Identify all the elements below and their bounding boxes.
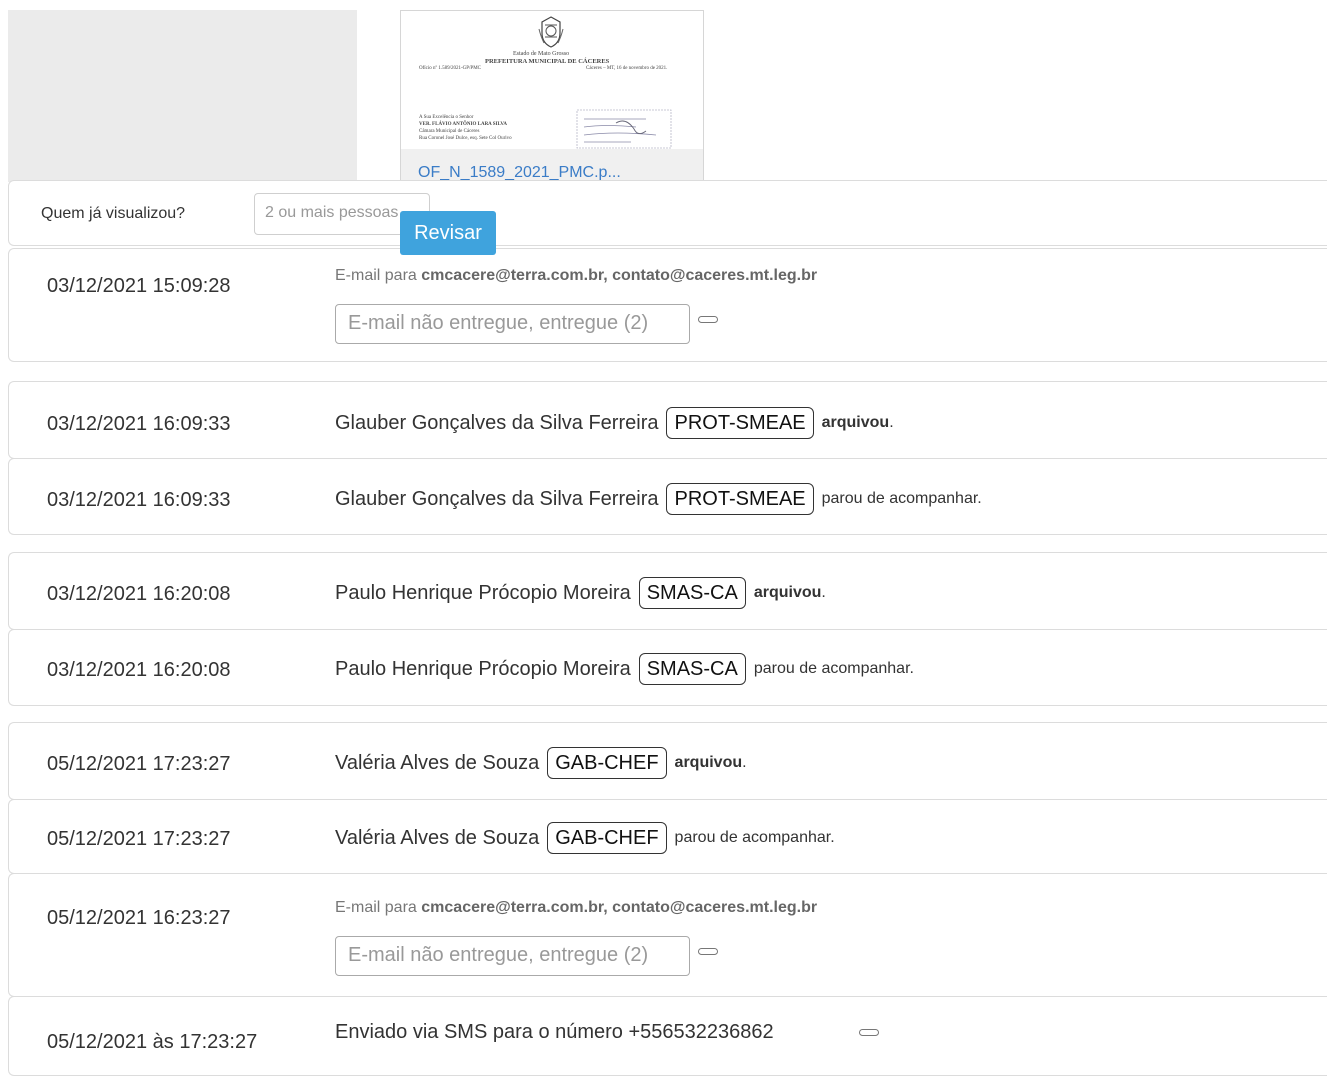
toggle-icon[interactable]	[859, 1029, 879, 1036]
event-row: 03/12/2021 16:09:33 Glauber Gonçalves da…	[8, 381, 1327, 459]
review-button[interactable]: Revisar	[400, 211, 496, 255]
email-prefix: E-mail para	[335, 899, 417, 916]
preview-addr1: A Sua Excelência o Senhor	[419, 115, 474, 120]
email-status-field[interactable]: E-mail não entregue, entregue (2)	[335, 304, 690, 344]
preview-addr3: Câmara Municipal de Cáceres	[419, 129, 480, 134]
attachment-placeholder	[8, 10, 357, 182]
event-row: 05/12/2021 17:23:27 Valéria Alves de Sou…	[8, 722, 1327, 800]
event-person: Paulo Henrique Prócopio Moreira	[335, 657, 631, 680]
toggle-icon[interactable]	[698, 948, 718, 955]
document-preview: Estado de Mato Grosso PREFEITURA MUNICIP…	[401, 11, 703, 151]
event-row: 03/12/2021 16:20:08 Paulo Henrique Próco…	[8, 629, 1327, 706]
toggle-icon[interactable]	[698, 316, 718, 323]
action-suffix: .	[821, 584, 826, 601]
event-description: Glauber Gonçalves da Silva Ferreira PROT…	[335, 483, 982, 515]
coat-of-arms-icon	[538, 16, 564, 48]
event-action: arquivou	[753, 584, 822, 601]
event-row-email: 05/12/2021 16:23:27 E-mail para cmcacere…	[8, 873, 1327, 997]
email-addresses: cmcacere@terra.com.br, contato@caceres.m…	[421, 899, 818, 916]
event-timestamp: 03/12/2021 16:09:33	[47, 413, 231, 435]
preview-date: Cáceres – MT, 16 de novembro de 2021.	[586, 66, 668, 71]
unit-badge: SMAS-CA	[638, 577, 746, 609]
event-row: 03/12/2021 16:20:08 Paulo Henrique Próco…	[8, 552, 1327, 630]
email-recipients: E-mail para cmcacere@terra.com.br, conta…	[335, 899, 817, 917]
email-recipients: E-mail para cmcacere@terra.com.br, conta…	[335, 267, 817, 285]
email-status-field[interactable]: E-mail não entregue, entregue (2)	[335, 936, 690, 976]
attachment-card[interactable]: Estado de Mato Grosso PREFEITURA MUNICIP…	[400, 10, 704, 198]
unit-badge: SMAS-CA	[638, 653, 746, 685]
event-person: Valéria Alves de Souza	[335, 751, 540, 774]
sms-text: Enviado via SMS para o número +556532236…	[335, 1021, 774, 1043]
event-timestamp: 03/12/2021 15:09:28	[47, 275, 231, 297]
event-action: parou de acompanhar.	[674, 829, 835, 846]
event-description: Valéria Alves de Souza GAB-CHEF parou de…	[335, 822, 835, 854]
event-timestamp: 05/12/2021 16:23:27	[47, 907, 231, 929]
event-timestamp: 05/12/2021 às 17:23:27	[47, 1031, 258, 1053]
event-action: parou de acompanhar.	[753, 660, 914, 677]
viewers-row: Quem já visualizou? 2 ou mais pessoas	[8, 180, 1327, 246]
event-timestamp: 05/12/2021 17:23:27	[47, 828, 231, 850]
event-person: Paulo Henrique Prócopio Moreira	[335, 581, 631, 604]
viewers-label: Quem já visualizou?	[41, 205, 186, 222]
event-action: parou de acompanhar.	[821, 490, 982, 507]
preview-ref: Ofício nº 1.589/2021-GP/PMC	[419, 66, 481, 71]
preview-city-hall: PREFEITURA MUNICIPAL DE CÁCERES	[485, 58, 610, 65]
preview-state: Estado de Mato Grosso	[513, 51, 570, 57]
unit-badge: PROT-SMEAE	[666, 407, 814, 439]
preview-addr4: Rua Coronel José Dulce, esq. Sete Col Ou…	[419, 136, 512, 141]
action-suffix: .	[889, 414, 894, 431]
event-description: Valéria Alves de Souza GAB-CHEF arquivou…	[335, 747, 747, 779]
action-suffix: .	[742, 754, 747, 771]
event-description: Paulo Henrique Prócopio Moreira SMAS-CA …	[335, 577, 826, 609]
event-action: arquivou	[821, 414, 890, 431]
event-action: arquivou	[674, 754, 743, 771]
event-timestamp: 05/12/2021 17:23:27	[47, 753, 231, 775]
event-timestamp: 03/12/2021 16:20:08	[47, 583, 231, 605]
event-row: 03/12/2021 16:09:33 Glauber Gonçalves da…	[8, 458, 1327, 535]
event-person: Valéria Alves de Souza	[335, 826, 540, 849]
protocol-stamp	[576, 109, 672, 149]
unit-badge: GAB-CHEF	[547, 822, 667, 854]
preview-addr2: VER. FLÁVIO ANTÔNIO LARA SILVA	[419, 122, 507, 127]
event-row: 05/12/2021 17:23:27 Valéria Alves de Sou…	[8, 799, 1327, 874]
unit-badge: GAB-CHEF	[547, 747, 667, 779]
event-person: Glauber Gonçalves da Silva Ferreira	[335, 411, 659, 434]
event-description: Glauber Gonçalves da Silva Ferreira PROT…	[335, 407, 894, 439]
email-addresses: cmcacere@terra.com.br, contato@caceres.m…	[421, 267, 818, 284]
event-timestamp: 03/12/2021 16:09:33	[47, 489, 231, 511]
event-person: Glauber Gonçalves da Silva Ferreira	[335, 487, 659, 510]
event-timestamp: 03/12/2021 16:20:08	[47, 659, 231, 681]
unit-badge: PROT-SMEAE	[666, 483, 814, 515]
event-description: Paulo Henrique Prócopio Moreira SMAS-CA …	[335, 653, 914, 685]
event-row-sms: 05/12/2021 às 17:23:27 Enviado via SMS p…	[8, 996, 1327, 1076]
email-prefix: E-mail para	[335, 267, 417, 284]
event-row-email: 03/12/2021 15:09:28 E-mail para cmcacere…	[8, 248, 1327, 362]
